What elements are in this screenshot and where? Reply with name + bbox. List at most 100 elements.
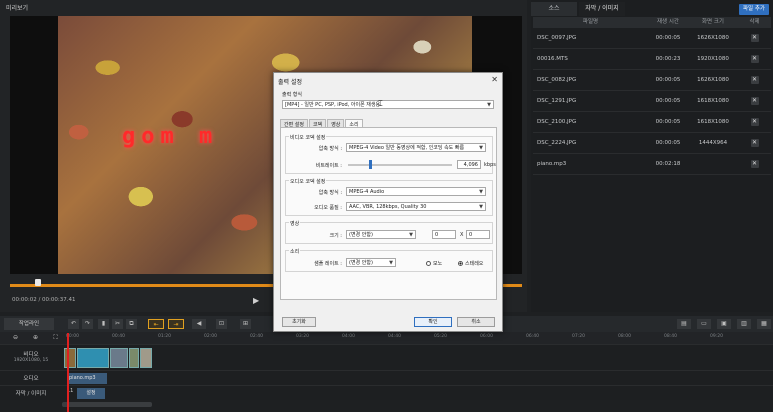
- settings-icon[interactable]: ▦: [757, 319, 771, 329]
- bitrate-slider-handle[interactable]: [368, 160, 372, 169]
- size-select[interactable]: (변경 안함) ▼: [346, 230, 416, 239]
- size-value: (변경 안함): [349, 232, 373, 238]
- header-filename[interactable]: 파일명: [533, 17, 648, 28]
- redo-icon[interactable]: ↷: [82, 319, 93, 329]
- audio-clip[interactable]: piano.mp3: [67, 373, 107, 384]
- cut-icon[interactable]: ✂: [112, 319, 123, 329]
- crop-icon[interactable]: ⊡: [216, 319, 227, 329]
- sample-rate-select[interactable]: (변경 안함) ▼: [346, 258, 396, 267]
- bitrate-slider[interactable]: [348, 164, 452, 166]
- delete-icon[interactable]: ✕: [750, 55, 759, 63]
- ruler-tick: 08:40: [664, 334, 677, 339]
- times-sign: X: [460, 232, 464, 238]
- audio-compress-select[interactable]: MPEG-4 Audio ▼: [346, 187, 486, 196]
- file-name: DSC_0097.JPG: [537, 35, 577, 41]
- chevron-down-icon: ▼: [389, 260, 393, 266]
- ruler-tick: 05:20: [434, 334, 447, 339]
- seek-handle[interactable]: [35, 279, 41, 286]
- video-codec-group: 비디오 코덱 설정 압축 방식 : MPEG-4 Video 일반 동영상에 적…: [285, 134, 496, 174]
- table-row[interactable]: DSC_0082.JPG 00:00:05 1626X1080 ✕: [533, 70, 771, 91]
- subtitle-overlay-text: gom m: [122, 124, 219, 149]
- delete-icon[interactable]: ✕: [750, 118, 759, 126]
- copy-icon[interactable]: ⧉: [126, 319, 137, 329]
- table-row[interactable]: piano.mp3 00:02:18 ✕: [533, 154, 771, 175]
- video-clip[interactable]: [110, 348, 128, 368]
- ruler-tick: 00:40: [112, 334, 125, 339]
- audio-compress-label: 압축 방식 :: [318, 190, 342, 196]
- timeline-scrollbar[interactable]: [62, 402, 152, 407]
- width-input[interactable]: 0: [432, 230, 456, 239]
- mark-out-icon[interactable]: ⇥: [168, 319, 184, 329]
- delete-icon[interactable]: ✕: [750, 34, 759, 42]
- header-size[interactable]: 화면 크기: [688, 17, 738, 28]
- ruler-tick: 01:20: [158, 334, 171, 339]
- source-file-table: 파일명 재생 시간 화면 크기 삭제 DSC_0097.JPG 00:00:05…: [533, 17, 771, 175]
- radio-icon: [426, 261, 431, 266]
- zoom-out-icon[interactable]: ⊖: [10, 333, 21, 342]
- header-delete: 삭제: [749, 19, 760, 25]
- mute-icon[interactable]: ◀: [192, 319, 206, 329]
- mono-radio[interactable]: 모노: [426, 260, 442, 267]
- open-folder-icon[interactable]: ▭: [697, 319, 711, 329]
- video-clip[interactable]: [140, 348, 152, 368]
- header-duration[interactable]: 재생 시간: [648, 17, 688, 28]
- timeline-ruler[interactable]: ⊖ ⊕ ⛶ 00:00 00:40 01:20 02:00 02:40 03:2…: [0, 332, 773, 344]
- table-row[interactable]: DSC_2100.JPG 00:00:05 1618X1080 ✕: [533, 112, 771, 133]
- table-row[interactable]: DSC_2224.JPG 00:00:05 1444X964 ✕: [533, 133, 771, 154]
- file-size: 1618X1080: [697, 119, 729, 125]
- output-format-value: [MP4] - 일반 PC, PSP, iPod, 아이폰 재생용: [285, 102, 381, 108]
- output-format-label: 출력 형식: [282, 92, 302, 98]
- ruler-tick: 08:00: [618, 334, 631, 339]
- export-icon[interactable]: ▥: [737, 319, 751, 329]
- table-header: 파일명 재생 시간 화면 크기 삭제: [533, 17, 771, 28]
- video-clip[interactable]: [64, 348, 76, 368]
- bitrate-unit: kbps: [484, 162, 496, 168]
- file-size: 1626X1080: [697, 35, 729, 41]
- delete-clip-icon[interactable]: ▮: [98, 319, 109, 329]
- save-icon[interactable]: ▣: [717, 319, 731, 329]
- delete-icon[interactable]: ✕: [750, 160, 759, 168]
- split-icon[interactable]: ⊞: [240, 319, 251, 329]
- reset-button[interactable]: 초기화: [282, 317, 316, 327]
- workline-button[interactable]: 작업라인: [4, 318, 54, 330]
- chevron-down-icon: ▼: [479, 204, 483, 210]
- delete-icon[interactable]: ✕: [750, 139, 759, 147]
- table-row[interactable]: DSC_1291.JPG 00:00:05 1618X1080 ✕: [533, 91, 771, 112]
- stereo-radio[interactable]: 스테레오: [458, 260, 483, 267]
- file-duration: 00:00:05: [655, 77, 681, 83]
- tab-subtitle-image[interactable]: 자막 / 이미지: [579, 2, 625, 16]
- close-icon[interactable]: ✕: [491, 75, 498, 84]
- video-codec-group-title: 비디오 코덱 설정: [289, 134, 327, 141]
- fit-timeline-icon[interactable]: ⛶: [50, 333, 61, 342]
- chevron-down-icon: ▼: [409, 232, 413, 238]
- delete-icon[interactable]: ✕: [750, 76, 759, 84]
- playhead[interactable]: [67, 333, 69, 412]
- add-file-button[interactable]: 파일 추가: [739, 4, 769, 15]
- table-row[interactable]: 00016.MTS 00:00:23 1920X1080 ✕: [533, 49, 771, 70]
- bitrate-input[interactable]: 4,096: [457, 160, 481, 169]
- height-input[interactable]: 0: [466, 230, 490, 239]
- audio-quality-select[interactable]: AAC, VBR, 128kbps, Quality 30 ▼: [346, 202, 486, 211]
- video-clip[interactable]: [129, 348, 139, 368]
- video-clip[interactable]: [77, 348, 109, 368]
- play-icon[interactable]: ▶: [253, 296, 259, 305]
- ruler-tick: 04:40: [388, 334, 401, 339]
- mark-in-icon[interactable]: ⇤: [148, 319, 164, 329]
- delete-icon[interactable]: ✕: [750, 97, 759, 105]
- video-compress-select[interactable]: MPEG-4 Video 일반 동영상에 적합, 인코딩 속도 빠름 ▼: [346, 143, 486, 152]
- table-row[interactable]: DSC_0097.JPG 00:00:05 1626X1080 ✕: [533, 28, 771, 49]
- subtitle-clip[interactable]: 설정: [77, 388, 105, 399]
- ruler-tick: 03:20: [296, 334, 309, 339]
- video-track: 비디오 1920X1080, 15: [0, 344, 773, 370]
- new-project-icon[interactable]: ▤: [677, 319, 691, 329]
- tab-source[interactable]: 소스: [531, 2, 577, 16]
- undo-icon[interactable]: ↶: [68, 319, 79, 329]
- ok-button[interactable]: 확인: [414, 317, 452, 327]
- cancel-button[interactable]: 취소: [457, 317, 495, 327]
- zoom-in-icon[interactable]: ⊕: [30, 333, 41, 342]
- ruler-tick: 09:20: [710, 334, 723, 339]
- file-name: 00016.MTS: [537, 56, 568, 62]
- ruler-tick: 04:00: [342, 334, 355, 339]
- output-format-select[interactable]: [MP4] - 일반 PC, PSP, iPod, 아이폰 재생용 ▼: [282, 100, 494, 109]
- compress-label: 압축 방식 :: [318, 146, 342, 152]
